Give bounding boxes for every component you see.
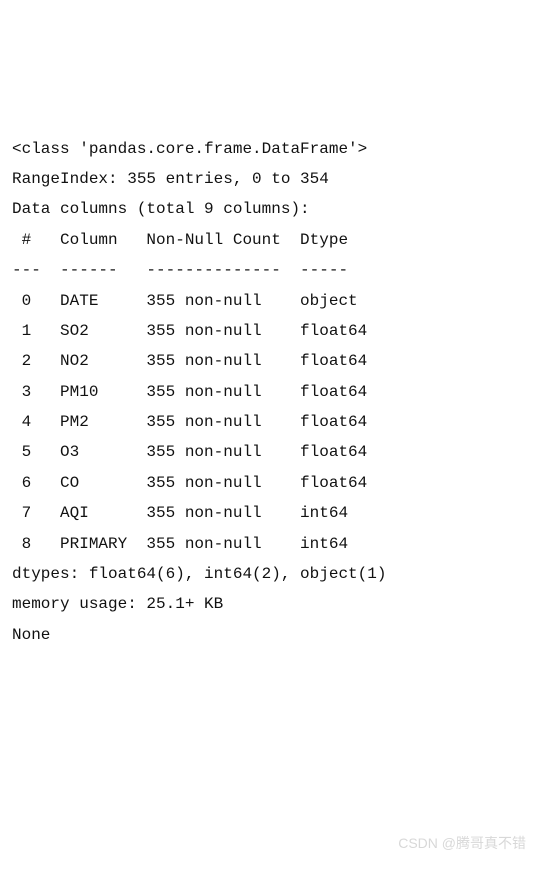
table-row: 6 CO 355 non-null float64 xyxy=(12,474,367,492)
dtypes-line: dtypes: float64(6), int64(2), object(1) xyxy=(12,565,386,583)
table-row: 8 PRIMARY 355 non-null int64 xyxy=(12,535,367,553)
info-output: <class 'pandas.core.frame.DataFrame'> Ra… xyxy=(12,134,524,651)
table-row: 3 PM10 355 non-null float64 xyxy=(12,383,367,401)
table-row: 1 SO2 355 non-null float64 xyxy=(12,322,367,340)
table-row: 7 AQI 355 non-null int64 xyxy=(12,504,367,522)
data-columns-line: Data columns (total 9 columns): xyxy=(12,200,310,218)
none-line: None xyxy=(12,626,50,644)
memory-line: memory usage: 25.1+ KB xyxy=(12,595,223,613)
table-row: 2 NO2 355 non-null float64 xyxy=(12,352,367,370)
table-row: 4 PM2 355 non-null float64 xyxy=(12,413,367,431)
table-row: 0 DATE 355 non-null object xyxy=(12,292,367,310)
watermark-text: CSDN @腾哥真不错 xyxy=(398,830,526,857)
table-header-row: # Column Non-Null Count Dtype xyxy=(12,231,367,249)
table-row: 5 O3 355 non-null float64 xyxy=(12,443,367,461)
table-divider-row: --- ------ -------------- ----- xyxy=(12,261,367,279)
range-index-line: RangeIndex: 355 entries, 0 to 354 xyxy=(12,170,329,188)
class-line: <class 'pandas.core.frame.DataFrame'> xyxy=(12,140,367,158)
